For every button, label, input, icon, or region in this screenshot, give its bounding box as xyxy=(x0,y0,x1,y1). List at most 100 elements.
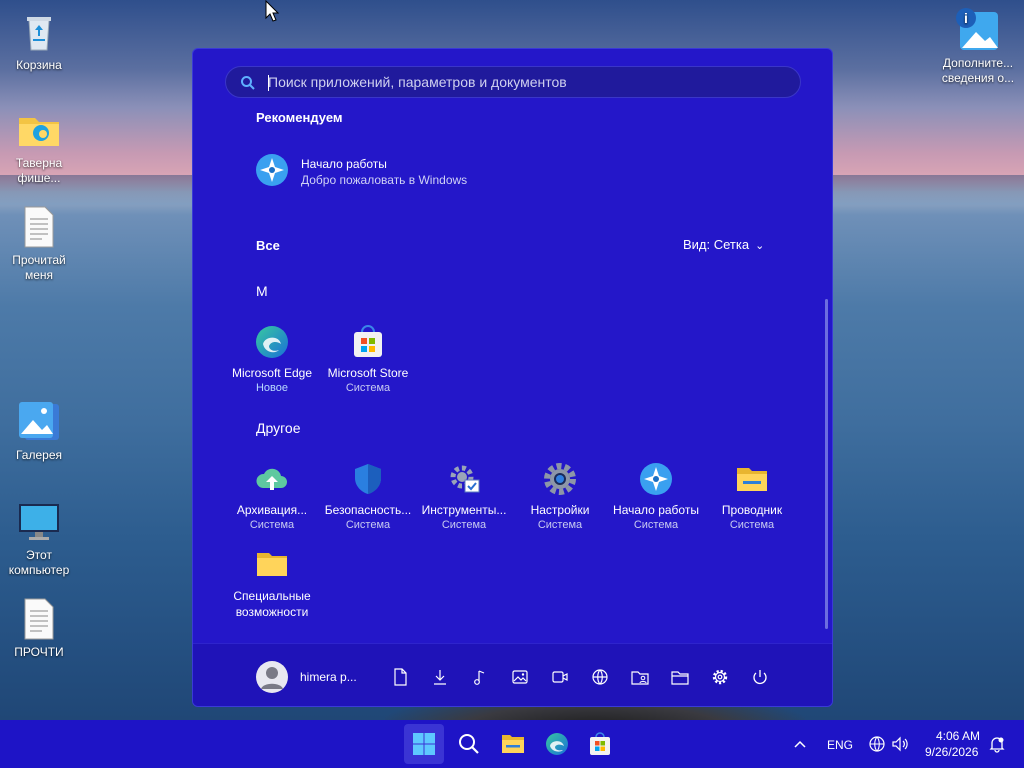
volume-icon[interactable] xyxy=(891,735,909,753)
app-subtitle: Система xyxy=(345,519,391,531)
video-icon[interactable] xyxy=(551,668,569,686)
store-icon xyxy=(351,325,385,359)
edge-icon xyxy=(255,325,289,359)
recommended-item-title: Начало работы xyxy=(301,157,387,171)
picture-icon[interactable] xyxy=(511,668,529,686)
language-indicator[interactable]: ENG xyxy=(827,738,853,752)
text-document-icon xyxy=(17,597,61,641)
file-explorer-icon xyxy=(735,462,769,496)
security-shield-icon xyxy=(351,462,385,496)
svg-text:i: i xyxy=(964,10,968,26)
store-icon xyxy=(590,732,610,755)
group-header-other[interactable]: Другое xyxy=(256,420,300,436)
network-icon[interactable] xyxy=(591,668,609,686)
info-photo-icon: i xyxy=(956,8,1000,52)
start-icon xyxy=(413,733,435,755)
desktop-icon-this-pc[interactable]: Этот компьютер xyxy=(1,500,77,578)
file-explorer-icon xyxy=(502,735,524,753)
clock-time[interactable]: 4:06 AM xyxy=(936,729,980,743)
app-name: Microsoft Edge xyxy=(231,366,313,380)
desktop-icon-recycle-bin[interactable]: Корзина xyxy=(1,10,77,73)
recommended-item-get-started[interactable]: Начало работы Добро пожаловать в Windows xyxy=(255,151,515,191)
chevron-up-icon[interactable] xyxy=(793,738,807,750)
app-badge: Новое xyxy=(255,382,289,394)
app-subtitle: Система xyxy=(345,382,391,394)
taskbar-edge[interactable] xyxy=(537,724,577,764)
get-started-icon xyxy=(639,462,673,496)
tools-icon xyxy=(447,462,481,496)
user-folder-icon[interactable] xyxy=(631,668,649,686)
edge-icon xyxy=(546,733,568,755)
recycle-bin-icon xyxy=(17,10,61,54)
app-subtitle: Система xyxy=(537,519,583,531)
app-name: Безопасность... xyxy=(324,503,412,517)
app-tile-microsoft-store[interactable]: Microsoft Store Система xyxy=(320,325,416,405)
desktop-icon-additional-info[interactable]: i Дополните... сведения о... xyxy=(938,8,1018,86)
search-input[interactable] xyxy=(268,71,788,93)
folder-icon xyxy=(255,547,289,581)
app-name: Microsoft Store xyxy=(327,366,409,380)
app-subtitle: Система xyxy=(729,519,775,531)
search-icon xyxy=(241,76,255,90)
desktop-icon-gallery[interactable]: Галерея xyxy=(1,400,77,463)
app-name: Проводник xyxy=(721,503,783,517)
app-tile-security[interactable]: Безопасность... Система xyxy=(320,462,416,542)
desktop-icon-label: ПРОЧТИ xyxy=(14,645,64,659)
document-icon[interactable] xyxy=(391,668,409,686)
taskbar: ENG 4:06 AM 9/26/2026 xyxy=(0,720,1024,768)
app-name: Архивация... xyxy=(236,503,308,517)
desktop-icon-label: Корзина xyxy=(16,58,62,72)
text-document-icon xyxy=(17,205,61,249)
notification-bell-icon[interactable] xyxy=(988,735,1006,753)
user-name[interactable]: himera p... xyxy=(300,670,357,684)
download-icon[interactable] xyxy=(431,668,449,686)
clock-date[interactable]: 9/26/2026 xyxy=(925,745,978,759)
chevron-down-icon: ⌄ xyxy=(755,240,765,252)
search-box[interactable] xyxy=(225,66,801,98)
gallery-icon xyxy=(17,400,61,444)
desktop-icon-folder[interactable]: Таверна фише... xyxy=(1,108,77,186)
app-subtitle: Система xyxy=(441,519,487,531)
app-tile-microsoft-edge[interactable]: Microsoft Edge Новое xyxy=(224,325,320,405)
app-subtitle: Система xyxy=(249,519,295,531)
search-icon xyxy=(459,734,479,754)
desktop-icon-prochti[interactable]: ПРОЧТИ xyxy=(1,597,77,660)
desktop-icon-label: Прочитай меня xyxy=(12,253,66,282)
start-menu: Рекомендуем Начало работы Добро пожалова… xyxy=(192,48,833,707)
app-tile-settings[interactable]: Настройки Система xyxy=(512,462,608,542)
folder-edge-icon xyxy=(17,108,61,152)
taskbar-file-explorer[interactable] xyxy=(493,724,533,764)
network-globe-icon[interactable] xyxy=(868,735,886,753)
monitor-icon xyxy=(17,500,61,544)
power-icon[interactable] xyxy=(751,668,769,686)
desktop-icon-readme[interactable]: Прочитай меня xyxy=(1,205,77,283)
recommended-item-subtitle: Добро пожаловать в Windows xyxy=(301,173,468,187)
app-tile-accessibility[interactable]: Специальные возможности xyxy=(224,547,320,623)
get-started-icon xyxy=(255,153,289,187)
app-tile-tools[interactable]: Инструменты... Система xyxy=(416,462,512,542)
music-icon[interactable] xyxy=(471,668,489,686)
app-tile-file-explorer[interactable]: Проводник Система xyxy=(704,462,800,542)
start-bottom-bar: himera p... xyxy=(193,643,832,706)
start-button[interactable] xyxy=(404,724,444,764)
view-mode-button[interactable]: Вид: Сетка ⌄ xyxy=(683,237,764,252)
folder-icon[interactable] xyxy=(671,668,689,686)
app-tile-get-started[interactable]: Начало работы Система xyxy=(608,462,704,542)
app-name: Настройки xyxy=(530,503,590,517)
scrollbar[interactable] xyxy=(825,299,828,629)
app-tile-backup[interactable]: Архивация... Система xyxy=(224,462,320,542)
app-name: Инструменты... xyxy=(421,503,507,517)
desktop-icon-label: Таверна фише... xyxy=(15,156,63,185)
settings-icon[interactable] xyxy=(711,668,729,686)
all-apps-title: Все xyxy=(256,238,280,253)
taskbar-store[interactable] xyxy=(580,724,620,764)
backup-icon xyxy=(255,462,289,496)
user-avatar[interactable] xyxy=(256,661,288,693)
desktop-icon-label: Дополните... сведения о... xyxy=(941,56,1015,85)
app-name: Специальные возможности xyxy=(233,589,311,619)
taskbar-search-button[interactable] xyxy=(449,724,489,764)
recommended-title: Рекомендуем xyxy=(256,110,343,125)
view-mode-label: Вид: Сетка xyxy=(683,237,750,252)
group-header-m[interactable]: M xyxy=(256,283,268,299)
settings-gear-icon xyxy=(543,462,577,496)
